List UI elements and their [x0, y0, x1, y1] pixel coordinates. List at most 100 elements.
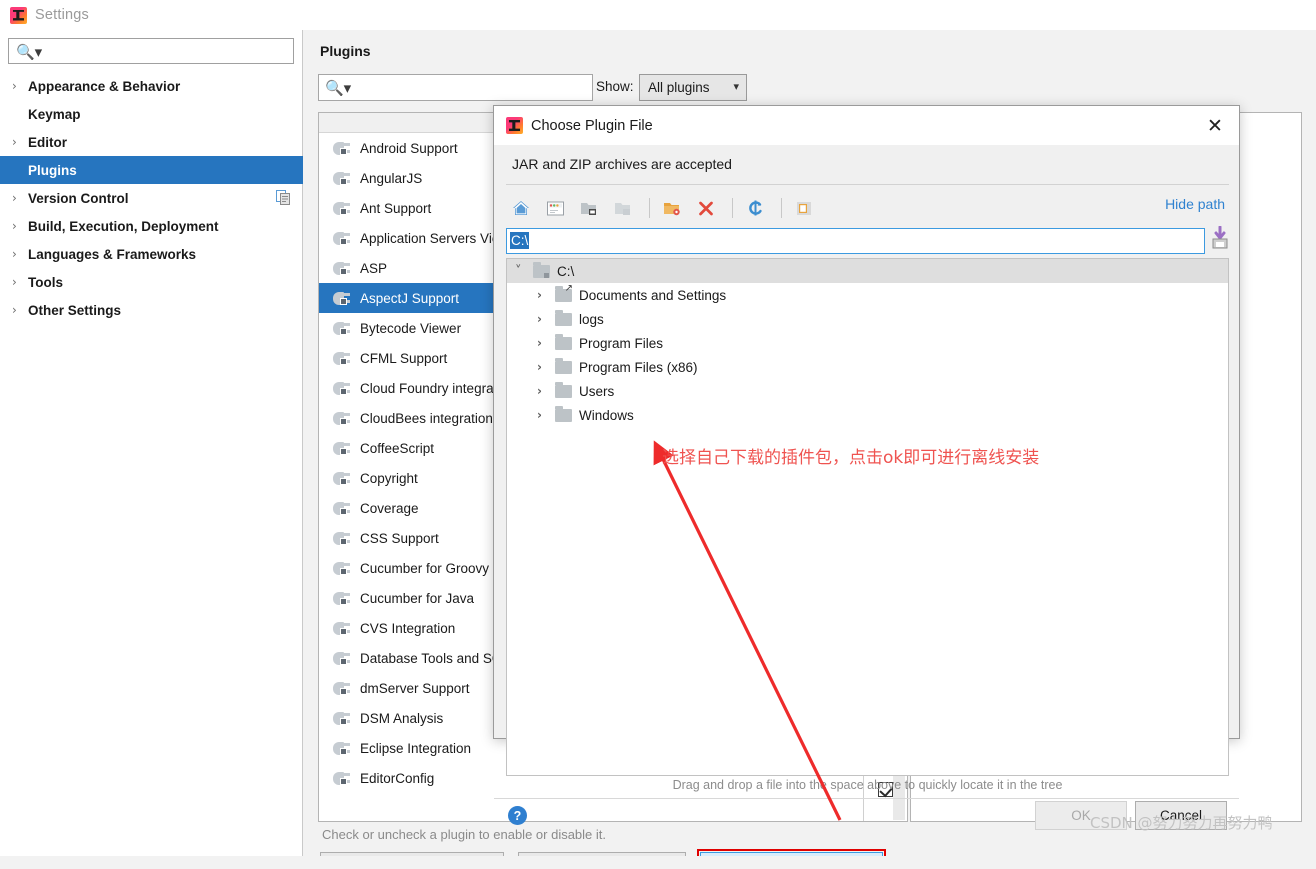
plugin-icon: [333, 651, 350, 666]
file-tree-item[interactable]: › Program Files: [507, 331, 1228, 355]
folder-icon: [555, 385, 572, 398]
show-hidden-icon-svg: [795, 200, 813, 217]
help-icon[interactable]: ?: [508, 806, 527, 825]
chevron-right-icon[interactable]: ›: [12, 80, 28, 92]
sidebar-item-label: Appearance & Behavior: [28, 79, 180, 94]
desktop-icon[interactable]: [540, 194, 570, 222]
file-tree[interactable]: ˅ C:\ ›Documents and Settings›logs›Progr…: [506, 258, 1229, 776]
plugin-name: CloudBees integration: [360, 411, 493, 426]
plugin-icon: [333, 291, 350, 306]
folder-icon: [555, 361, 572, 374]
sidebar-item-tools[interactable]: ›Tools: [0, 268, 303, 296]
plugin-icon: [333, 411, 350, 426]
chevron-right-icon[interactable]: ›: [12, 248, 28, 260]
chevron-right-icon[interactable]: ›: [537, 336, 555, 350]
new-folder-icon[interactable]: [657, 194, 687, 222]
chevron-right-icon[interactable]: ›: [12, 220, 28, 232]
show-filter-value: All plugins: [648, 80, 710, 95]
chevron-right-icon[interactable]: ›: [12, 276, 28, 288]
dialog-footer-divider: [494, 798, 1239, 799]
chevron-right-icon[interactable]: ›: [12, 192, 28, 204]
plugin-name: AspectJ Support: [360, 291, 459, 306]
dialog-toolbar: Hide path: [506, 192, 1229, 224]
sidebar-item-label: Languages & Frameworks: [28, 247, 196, 262]
new-folder-icon-svg: [662, 200, 682, 217]
plugin-icon: [333, 591, 350, 606]
search-icon: 🔍▾: [325, 79, 351, 97]
collapse-folder-icon-svg: [613, 200, 633, 217]
save-path-icon[interactable]: [1210, 226, 1230, 252]
chevron-right-icon[interactable]: ›: [537, 360, 555, 374]
chevron-right-icon[interactable]: ›: [537, 288, 555, 302]
file-tree-item-label: Program Files: [579, 336, 663, 351]
plugin-name: ASP: [360, 261, 387, 276]
file-tree-root[interactable]: ˅ C:\: [507, 259, 1228, 283]
chevron-right-icon[interactable]: ›: [537, 408, 555, 422]
toolbar-divider: [649, 198, 650, 218]
plugin-icon: [333, 471, 350, 486]
chevron-down-icon: ▾: [733, 80, 739, 93]
dialog-titlebar: Choose Plugin File ✕: [494, 106, 1239, 145]
chevron-right-icon[interactable]: ›: [12, 304, 28, 316]
home-icon[interactable]: [506, 194, 536, 222]
plugin-name: Android Support: [360, 141, 458, 156]
plugin-name: CFML Support: [360, 351, 447, 366]
file-tree-item[interactable]: ›Users: [507, 379, 1228, 403]
hide-path-link[interactable]: Hide path: [1165, 196, 1225, 212]
expand-folder-icon[interactable]: [574, 194, 604, 222]
file-tree-item[interactable]: ›Windows: [507, 403, 1228, 427]
plugin-name: CoffeeScript: [360, 441, 434, 456]
sidebar-item-label: Other Settings: [28, 303, 121, 318]
file-tree-item-label: Documents and Settings: [579, 288, 726, 303]
sidebar-item-label: Keymap: [28, 107, 81, 122]
sidebar-item-build-execution-deployment[interactable]: ›Build, Execution, Deployment: [0, 212, 303, 240]
sidebar-item-other-settings[interactable]: ›Other Settings: [0, 296, 303, 324]
sidebar-item-editor[interactable]: ›Editor: [0, 128, 303, 156]
plugin-name: Coverage: [360, 501, 419, 516]
sidebar-item-version-control[interactable]: ›Version Control: [0, 184, 303, 212]
chevron-right-icon[interactable]: ›: [12, 136, 28, 148]
annotation-text: 选择自己下载的插件包，点击ok即可进行离线安装: [662, 443, 1039, 468]
chevron-down-icon[interactable]: ˅: [515, 264, 533, 279]
copy-icon[interactable]: [276, 190, 291, 205]
choose-plugin-file-dialog: Choose Plugin File ✕ JAR and ZIP archive…: [493, 105, 1240, 739]
plugin-icon: [333, 441, 350, 456]
plugin-icon: [333, 531, 350, 546]
plugin-icon: [333, 261, 350, 276]
file-tree-root-label: C:\: [557, 264, 574, 279]
plugin-name: dmServer Support: [360, 681, 470, 696]
intellij-idea-icon: [506, 117, 523, 134]
file-tree-item-label: Program Files (x86): [579, 360, 698, 375]
collapse-folder-icon[interactable]: [608, 194, 638, 222]
dialog-title: Choose Plugin File: [531, 118, 653, 134]
folder-icon: [555, 313, 572, 326]
sidebar-item-plugins[interactable]: ›Plugins: [0, 156, 303, 184]
plugin-name: Application Servers View: [360, 231, 509, 246]
file-tree-item[interactable]: › Program Files (x86): [507, 355, 1228, 379]
settings-search-input[interactable]: 🔍▾: [8, 38, 294, 64]
settings-window: Settings 🔍▾ ›Appearance & Behavior›Keyma…: [0, 0, 1316, 869]
plugin-search-input[interactable]: 🔍▾: [318, 74, 593, 101]
plugin-name: Cucumber for Groovy: [360, 561, 489, 576]
path-input[interactable]: C:\: [506, 228, 1205, 254]
show-filter-select[interactable]: All plugins ▾: [639, 74, 747, 101]
file-tree-item[interactable]: ›logs: [507, 307, 1228, 331]
desktop-icon-svg: [546, 200, 565, 217]
chevron-right-icon[interactable]: ›: [537, 312, 555, 326]
plugin-name: Copyright: [360, 471, 418, 486]
plugin-hint-text: Check or uncheck a plugin to enable or d…: [322, 827, 606, 842]
chevron-right-icon[interactable]: ›: [537, 384, 555, 398]
sidebar-item-languages-frameworks[interactable]: ›Languages & Frameworks: [0, 240, 303, 268]
sidebar-item-label: Editor: [28, 135, 67, 150]
path-input-value: C:\: [510, 232, 529, 249]
delete-icon[interactable]: [691, 194, 721, 222]
file-tree-item[interactable]: › Documents and Settings: [507, 283, 1228, 307]
show-hidden-icon[interactable]: [789, 194, 819, 222]
refresh-icon[interactable]: [740, 194, 770, 222]
folder-locked-icon: [533, 265, 550, 278]
sidebar-item-keymap[interactable]: ›Keymap: [0, 100, 303, 128]
close-icon[interactable]: ✕: [1201, 113, 1229, 139]
plugin-icon: [333, 711, 350, 726]
sidebar-item-appearance-behavior[interactable]: ›Appearance & Behavior: [0, 72, 303, 100]
search-icon: 🔍▾: [16, 43, 42, 61]
